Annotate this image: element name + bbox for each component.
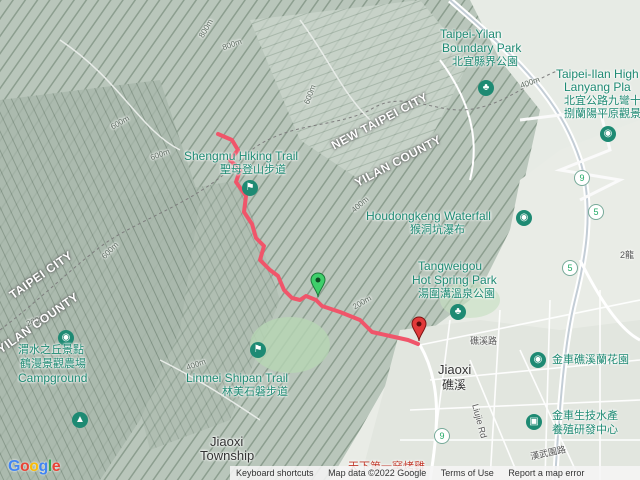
poi-tangweigou-label[interactable]: Tangweigou (418, 260, 482, 273)
poi-campground-zh[interactable]: 鶴漫景觀農場 (20, 358, 86, 370)
terms-of-use-link[interactable]: Terms of Use (441, 468, 494, 478)
map-viewport[interactable]: 800m 600m 600m 800m 600m 400m 600m 400m … (0, 0, 640, 480)
camera-icon[interactable]: ◉ (600, 126, 616, 142)
camera-icon[interactable]: ◉ (530, 352, 546, 368)
poi-jinche-bio-zh[interactable]: 金車生技水產 (552, 410, 618, 422)
poi-campground-label[interactable]: Campground (18, 372, 87, 385)
google-logo[interactable]: Google (8, 458, 61, 476)
start-pin-icon[interactable] (310, 272, 326, 298)
poi-linmei-trail-label[interactable]: Linmei Shipan Trail (186, 372, 288, 385)
building-icon[interactable]: ▣ (526, 414, 542, 430)
poi-weishui-hill-zh[interactable]: 渭水之丘景點 (18, 344, 84, 356)
map-data-text: Map data ©2022 Google (328, 468, 427, 478)
route-shield: 9 (434, 428, 450, 444)
end-pin-icon[interactable] (411, 316, 427, 342)
poi-taipei-ilan-high-zh[interactable]: 捌蘭陽平原觀景 (564, 108, 640, 120)
poi-shengmu-trail-zh[interactable]: 聖母登山步道 (220, 164, 286, 176)
poi-taipei-ilan-high-zh[interactable]: 北宜公路九彎十 (564, 95, 640, 107)
campground-icon[interactable]: ▲ (72, 412, 88, 428)
township-jiaoxi-label: Township (200, 448, 255, 463)
poi-jinche-orchid-zh[interactable]: 金車礁溪蘭花園 (552, 354, 629, 366)
poi-tangweigou-label[interactable]: Hot Spring Park (412, 274, 497, 287)
hiking-icon[interactable]: ⚑ (250, 342, 266, 358)
road-label-jiaoxi: 礁溪路 (470, 336, 498, 346)
route-shield: 5 (562, 260, 578, 276)
attribution-bar: Keyboard shortcuts Map data ©2022 Google… (230, 466, 640, 480)
poi-taipei-yilan-boundary-label[interactable]: Taipei-Yilan (440, 28, 502, 41)
terrain-layer (0, 0, 640, 480)
poi-taipei-yilan-boundary-zh[interactable]: 北宜縣界公園 (452, 56, 518, 68)
road-label-er-long: 2龍 (620, 250, 635, 260)
camera-icon[interactable]: ◉ (516, 210, 532, 226)
poi-shengmu-trail-label[interactable]: Shengmu Hiking Trail (184, 150, 298, 163)
poi-houdongkeng-label[interactable]: Houdongkeng Waterfall (366, 210, 491, 223)
township-jiaoxi-label: Jiaoxi (210, 434, 244, 449)
poi-linmei-trail-zh[interactable]: 林美石磐步道 (222, 386, 288, 398)
poi-taipei-yilan-boundary-label[interactable]: Boundary Park (442, 42, 521, 55)
keyboard-shortcuts-link[interactable]: Keyboard shortcuts (236, 468, 314, 478)
route-shield: 9 (574, 170, 590, 186)
poi-houdongkeng-zh[interactable]: 猴洞坑瀑布 (410, 224, 465, 236)
poi-jinche-bio-zh[interactable]: 養殖研發中心 (552, 424, 618, 436)
poi-taipei-ilan-high-label[interactable]: Lanyang Pla (564, 81, 631, 94)
poi-tangweigou-zh[interactable]: 湯圍溝溫泉公園 (418, 288, 495, 300)
hiking-icon[interactable]: ⚑ (242, 180, 258, 196)
report-map-error-link[interactable]: Report a map error (508, 468, 584, 478)
city-jiaoxi-zh[interactable]: 礁溪 (442, 376, 466, 393)
park-icon[interactable]: ♣ (450, 304, 466, 320)
route-shield: 5 (588, 204, 604, 220)
park-icon[interactable]: ♣ (478, 80, 494, 96)
city-jiaoxi-label[interactable]: Jiaoxi (438, 362, 471, 377)
